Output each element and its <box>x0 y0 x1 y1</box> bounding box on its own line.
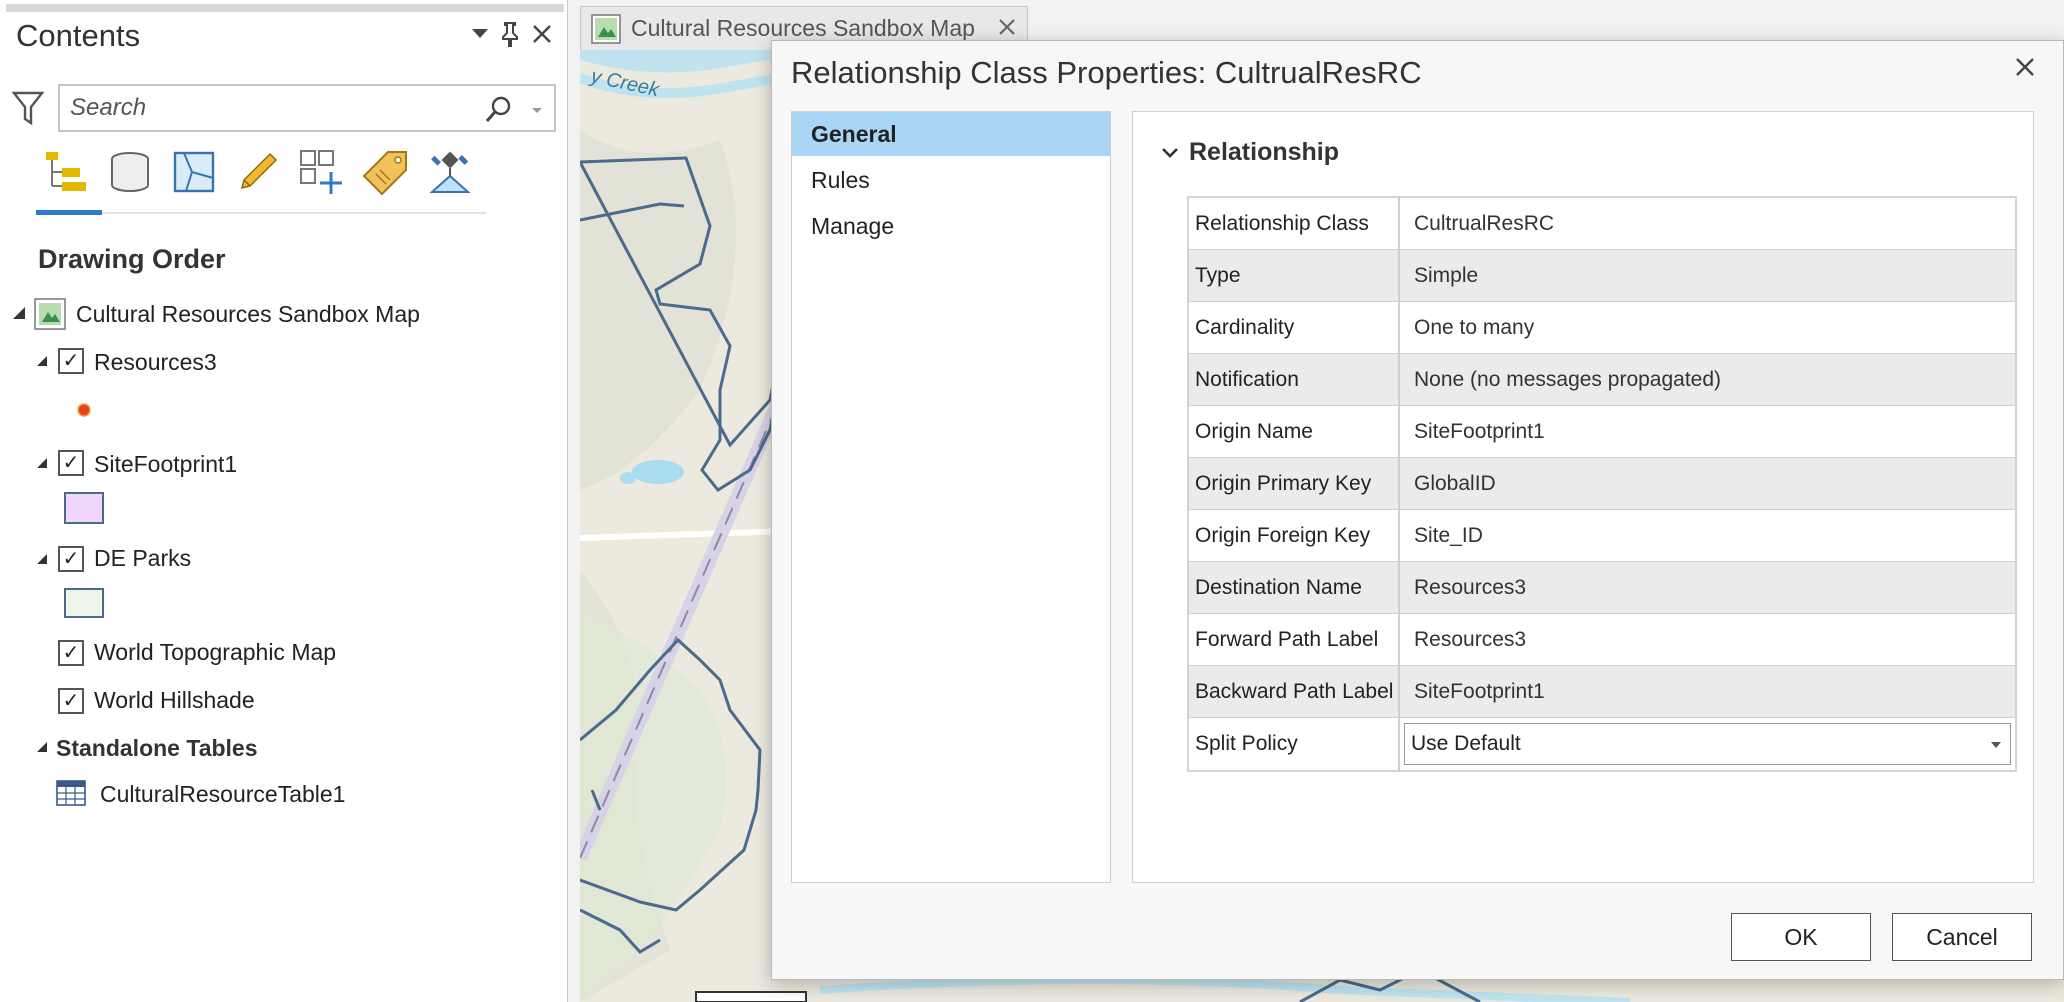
layer-deparks[interactable]: DE Parks <box>94 540 191 576</box>
property-key: Forward Path Label <box>1189 614 1400 665</box>
contents-pane: Contents Search Drawing Order Cultural R… <box>0 0 568 1002</box>
table-row: Split Policy Use Default <box>1189 718 2015 770</box>
relationship-class-properties-dialog: Relationship Class Properties: CultrualR… <box>771 40 2064 980</box>
layer-checkbox-world-topographic[interactable]: ✓ <box>58 640 84 666</box>
dialog-content: Relationship Relationship Class Cultrual… <box>1132 111 2034 883</box>
list-by-drawing-order-icon[interactable] <box>40 146 92 198</box>
property-key: Destination Name <box>1189 562 1400 613</box>
pin-icon[interactable] <box>496 18 524 50</box>
property-value: One to many <box>1414 315 1535 339</box>
footprint-polygon-symbol[interactable] <box>64 492 104 524</box>
table-row: Type Simple <box>1189 250 2015 302</box>
parks-polygon-symbol[interactable] <box>64 588 104 618</box>
map-tab-label: Cultural Resources Sandbox Map <box>631 15 975 41</box>
layer-expand-icon[interactable] <box>36 354 48 372</box>
map-tab-icon <box>591 14 621 49</box>
list-by-snapping-icon[interactable] <box>296 146 348 198</box>
table-row: Origin Foreign Key Site_ID <box>1189 510 2015 562</box>
table-row: Origin Primary Key GlobalID <box>1189 458 2015 510</box>
chevron-down-icon[interactable] <box>530 104 544 118</box>
layer-world-topographic-map[interactable]: World Topographic Map <box>94 634 336 670</box>
table-row: Cardinality One to many <box>1189 302 2015 354</box>
property-key: Cardinality <box>1189 302 1400 353</box>
property-table: Relationship Class CultrualResRC Type Si… <box>1187 196 2017 772</box>
table-row: Relationship Class CultrualResRC <box>1189 198 2015 250</box>
cancel-button[interactable]: Cancel <box>1892 913 2032 961</box>
property-value: CultrualResRC <box>1414 211 1555 235</box>
ok-button[interactable]: OK <box>1731 913 1871 961</box>
property-key: Type <box>1189 250 1400 301</box>
property-key: Relationship Class <box>1189 198 1400 249</box>
property-key: Origin Foreign Key <box>1189 510 1400 561</box>
layer-checkbox-world-hillshade[interactable]: ✓ <box>58 688 84 714</box>
relationship-group-header[interactable]: Relationship <box>1159 138 1339 167</box>
point-symbol[interactable] <box>76 402 92 423</box>
list-by-editing-icon[interactable] <box>232 146 284 198</box>
split-policy-value: Use Default <box>1411 732 1521 755</box>
property-value: Resources3 <box>1414 627 1527 651</box>
property-value: Simple <box>1400 250 2015 301</box>
layer-world-hillshade[interactable]: World Hillshade <box>94 682 255 718</box>
layer-checkbox-resources3[interactable]: ✓ <box>58 348 84 374</box>
split-policy-select[interactable]: Use Default <box>1404 723 2011 765</box>
dialog-title: Relationship Class Properties: CultrualR… <box>791 55 1422 90</box>
dialog-close-icon[interactable] <box>2013 53 2037 87</box>
split-policy-key: Split Policy <box>1189 718 1400 770</box>
contents-toolbar <box>36 146 486 206</box>
search-icon[interactable] <box>484 94 514 124</box>
table-row: Destination Name Resources3 <box>1189 562 2015 614</box>
active-tool-indicator <box>36 210 102 215</box>
search-box[interactable] <box>58 84 556 132</box>
search-input[interactable] <box>70 93 470 123</box>
list-by-perspective-imagery-icon[interactable] <box>424 146 476 198</box>
table-row: Origin Name SiteFootprint1 <box>1189 406 2015 458</box>
dialog-nav: General Rules Manage <box>791 111 1111 883</box>
layer-expand-icon[interactable] <box>36 456 48 474</box>
property-value: None (no messages propagated) <box>1400 354 2015 405</box>
property-value: Site_ID <box>1414 523 1483 547</box>
table-row: Forward Path Label Resources3 <box>1189 614 2015 666</box>
layer-checkbox-deparks[interactable]: ✓ <box>58 546 84 572</box>
nav-rules[interactable]: Rules <box>792 158 1110 202</box>
relationship-group-title: Relationship <box>1189 138 1340 166</box>
property-value: SiteFootprint1 <box>1414 419 1545 443</box>
table-row: Backward Path Label SiteFootprint1 <box>1189 666 2015 718</box>
split-policy-cell: Use Default <box>1400 718 2015 770</box>
layer-resources3[interactable]: Resources3 <box>94 344 217 380</box>
standalone-expand-icon[interactable] <box>36 740 48 758</box>
drawing-order-title: Drawing Order <box>38 244 226 274</box>
chevron-down-icon[interactable] <box>1159 142 1181 164</box>
list-by-data-source-icon[interactable] <box>104 146 156 198</box>
property-value: SiteFootprint1 <box>1400 666 2015 717</box>
map-icon <box>34 298 66 335</box>
layer-sitefootprint1[interactable]: SiteFootprint1 <box>94 446 237 482</box>
list-by-selection-icon[interactable] <box>168 146 220 198</box>
pane-title: Contents <box>16 18 141 53</box>
property-key: Backward Path Label <box>1189 666 1400 717</box>
layer-checkbox-sitefootprint1[interactable]: ✓ <box>58 450 84 476</box>
property-key: Origin Primary Key <box>1189 458 1400 509</box>
chevron-down-icon[interactable] <box>1990 738 2002 752</box>
table-icon <box>56 780 86 811</box>
property-key: Origin Name <box>1189 406 1400 457</box>
nav-manage[interactable]: Manage <box>792 204 1110 248</box>
standalone-tables-heading[interactable]: Standalone Tables <box>56 730 258 766</box>
property-value: Resources3 <box>1400 562 2015 613</box>
toolbar-underline <box>36 212 486 214</box>
standalone-table-item[interactable]: CulturalResourceTable1 <box>100 776 345 812</box>
filter-icon[interactable] <box>11 90 45 126</box>
layer-expand-icon[interactable] <box>36 552 48 570</box>
pane-top-strip <box>6 4 564 12</box>
map-expand-icon[interactable] <box>12 306 26 325</box>
map-tree-item[interactable]: Cultural Resources Sandbox Map <box>76 296 420 332</box>
close-icon[interactable] <box>528 18 556 50</box>
nav-general[interactable]: General <box>792 112 1110 156</box>
property-key: Notification <box>1189 354 1400 405</box>
pane-options-icon[interactable] <box>466 18 494 50</box>
table-row: Notification None (no messages propagate… <box>1189 354 2015 406</box>
list-by-labeling-icon[interactable] <box>360 146 412 198</box>
property-value: GlobalID <box>1400 458 2015 509</box>
